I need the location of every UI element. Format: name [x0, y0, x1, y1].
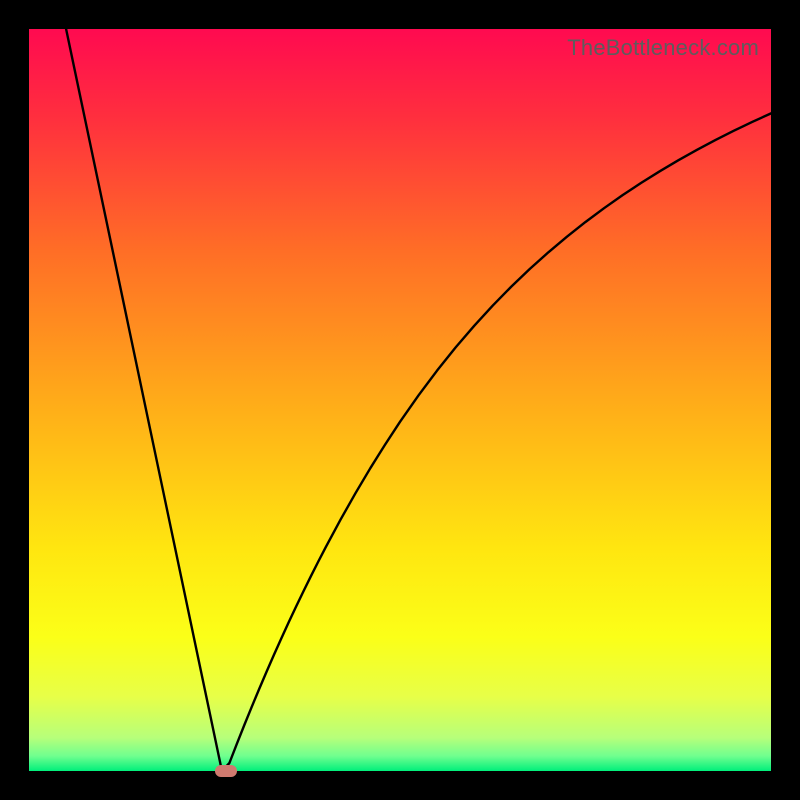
minimum-marker	[215, 765, 237, 777]
chart-frame: TheBottleneck.com	[0, 0, 800, 800]
bottleneck-curve	[29, 29, 771, 771]
plot-area: TheBottleneck.com	[29, 29, 771, 771]
